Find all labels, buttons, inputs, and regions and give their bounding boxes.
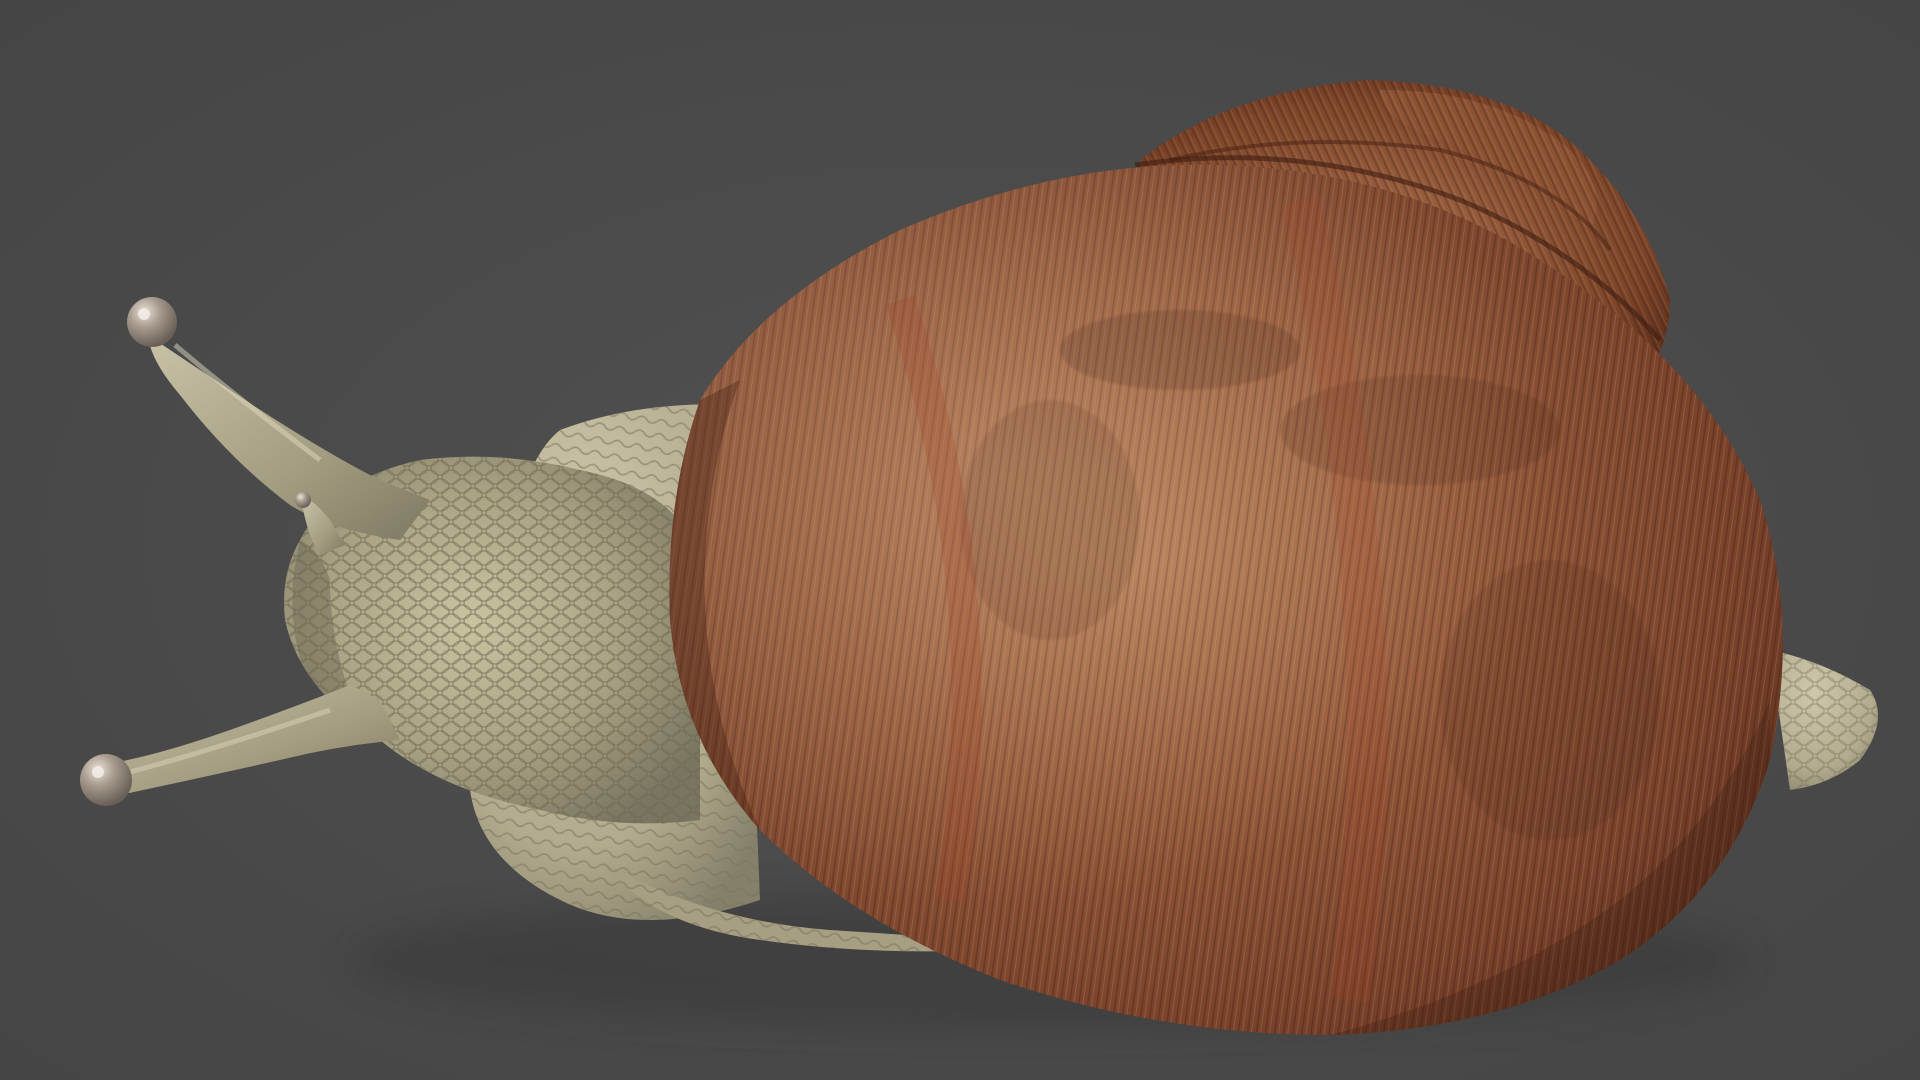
upper-eye-tip — [127, 297, 177, 347]
lower-eye-tip — [80, 754, 132, 806]
render-viewport — [0, 0, 1920, 1080]
lower-tentacle — [80, 685, 400, 806]
upper-tentacle — [127, 297, 430, 540]
snail-render — [80, 80, 1878, 1036]
